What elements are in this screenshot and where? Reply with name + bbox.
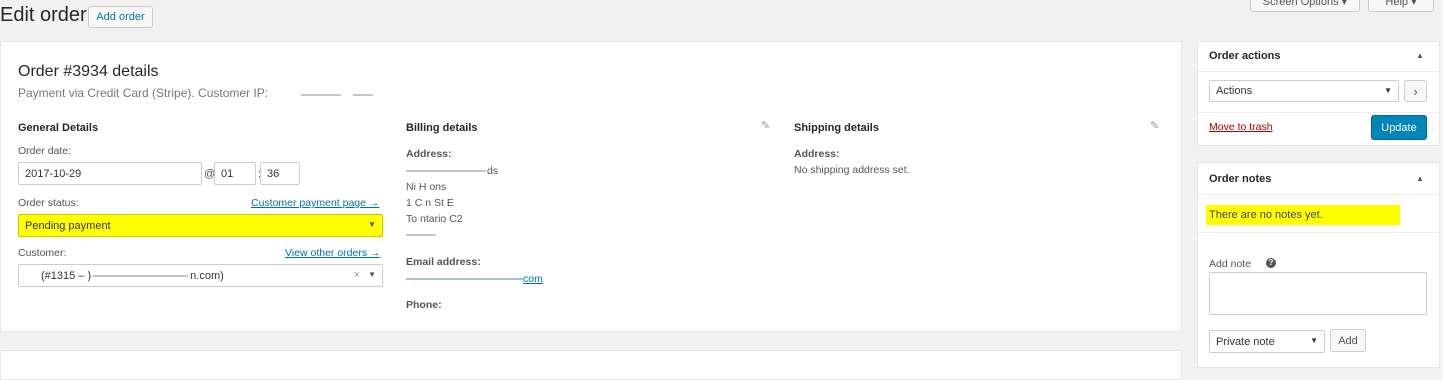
- divider: [1198, 194, 1439, 195]
- order-date-input[interactable]: 2017-10-29: [18, 162, 202, 185]
- order-notes-box: Order notes ▲ There are no notes yet. Ad…: [1197, 162, 1440, 368]
- redacted-ip: [301, 94, 341, 96]
- order-actions-value: Actions: [1216, 85, 1253, 97]
- redacted-address: [406, 234, 436, 236]
- add-note-label: Add note: [1209, 258, 1252, 270]
- view-other-orders-link[interactable]: View other orders →: [285, 247, 381, 259]
- order-data-panel: Order #3934 details Payment via Credit C…: [0, 41, 1182, 332]
- order-actions-select[interactable]: Actions ▼: [1209, 80, 1399, 102]
- edit-billing-icon[interactable]: ✎: [761, 119, 770, 132]
- clear-icon[interactable]: ×: [354, 269, 360, 281]
- order-hour-input[interactable]: 01: [214, 162, 256, 185]
- divider: [1198, 232, 1439, 233]
- order-status-select[interactable]: Pending payment ▼: [18, 214, 383, 237]
- redacted-email: [406, 278, 523, 280]
- no-notes-text: There are no notes yet.: [1209, 209, 1323, 221]
- order-actions-heading: Order actions: [1209, 50, 1281, 62]
- order-minute-input[interactable]: 36: [260, 162, 300, 185]
- shipping-details-heading: Shipping details: [794, 122, 879, 134]
- note-type-select[interactable]: Private note ▼: [1209, 330, 1325, 353]
- redacted-address: [406, 170, 486, 172]
- redacted-customer-email: [93, 274, 189, 277]
- chevron-down-icon: ▼: [368, 270, 376, 279]
- chevron-down-icon: ▼: [1310, 336, 1318, 345]
- shipping-address-label: Address:: [794, 148, 840, 160]
- billing-address-line: ds: [487, 165, 499, 177]
- billing-details-heading: Billing details: [406, 122, 478, 134]
- chevron-down-icon: ▼: [1384, 86, 1392, 95]
- billing-phone-label: Phone:: [406, 299, 442, 311]
- divider: [1198, 71, 1439, 72]
- edit-shipping-icon[interactable]: ✎: [1150, 119, 1159, 132]
- move-to-trash-link[interactable]: Move to trash: [1209, 121, 1273, 133]
- order-status-label: Order status:: [18, 197, 79, 209]
- order-date-label: Order date:: [18, 145, 72, 157]
- general-details-heading: General Details: [18, 122, 99, 134]
- customer-select[interactable]: (#1315 – ) n.com) × ▼: [18, 264, 383, 287]
- order-notes-heading: Order notes: [1209, 173, 1272, 185]
- add-note-textarea[interactable]: [1209, 272, 1427, 315]
- billing-address-line: To ntario C2: [406, 213, 463, 225]
- help-icon[interactable]: ?: [1266, 258, 1276, 268]
- customer-payment-page-link[interactable]: Customer payment page →: [251, 197, 379, 209]
- redacted-ip: [353, 94, 373, 96]
- shipping-address-value: No shipping address set.: [794, 164, 910, 176]
- page-title: Edit order: [0, 4, 87, 26]
- help-button[interactable]: Help ▾: [1368, 0, 1434, 12]
- customer-label: Customer:: [18, 247, 67, 259]
- order-title: Order #3934 details: [18, 63, 159, 80]
- billing-email-link[interactable]: com: [523, 273, 543, 285]
- billing-address-line: Ni H ons: [406, 181, 447, 193]
- apply-action-button[interactable]: ›: [1404, 80, 1427, 102]
- chevron-down-icon: ▼: [368, 220, 376, 229]
- collapse-arrow-icon[interactable]: ▲: [1416, 51, 1424, 60]
- add-note-button[interactable]: Add: [1330, 329, 1366, 352]
- customer-email-tail: n.com): [190, 269, 224, 282]
- add-order-button[interactable]: Add order: [88, 6, 153, 28]
- order-status-value: Pending payment: [25, 219, 111, 232]
- update-button[interactable]: Update: [1371, 115, 1427, 140]
- order-subtitle: Payment via Credit Card (Stripe). Custom…: [18, 86, 269, 100]
- order-actions-box: Order actions ▲ Actions ▼ › Move to tras…: [1197, 41, 1440, 146]
- note-type-value: Private note: [1216, 335, 1275, 348]
- order-items-panel: [0, 350, 1182, 380]
- billing-address-label: Address:: [406, 148, 452, 160]
- billing-email-label: Email address:: [406, 256, 481, 268]
- collapse-arrow-icon[interactable]: ▲: [1416, 174, 1424, 183]
- billing-address-line: 1 C n St E: [406, 197, 454, 209]
- customer-value: (#1315 – ): [41, 269, 92, 282]
- divider: [1198, 112, 1439, 113]
- screen-options-button[interactable]: Screen Options ▾: [1250, 0, 1360, 12]
